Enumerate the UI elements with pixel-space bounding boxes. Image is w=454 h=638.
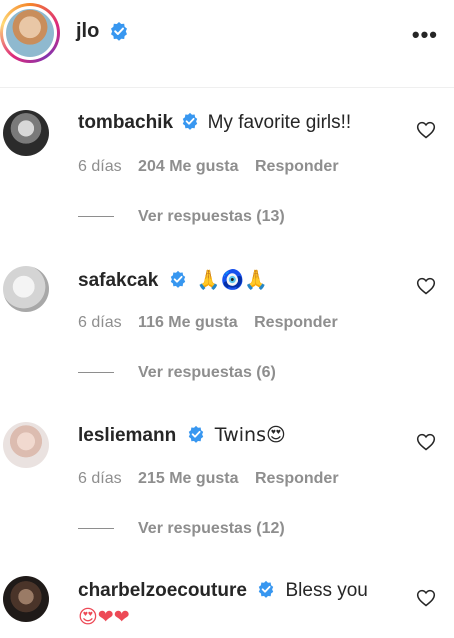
comment-username[interactable]: tombachik: [78, 112, 173, 133]
view-replies-button[interactable]: Ver respuestas (13): [78, 208, 285, 226]
divider: [78, 216, 114, 218]
like-heart-icon[interactable]: [416, 276, 436, 296]
reply-button[interactable]: Responder: [254, 314, 338, 331]
like-heart-icon[interactable]: [416, 432, 436, 452]
comment-username[interactable]: charbelzoecouture: [78, 580, 247, 601]
verified-icon: [170, 271, 185, 289]
post-header: jlo •••: [0, 0, 454, 88]
view-replies-button[interactable]: Ver respuestas (12): [78, 520, 285, 538]
comment-text-line2: 😍❤❤: [78, 606, 130, 628]
view-replies-label: Ver respuestas (6): [138, 364, 276, 381]
reply-button[interactable]: Responder: [255, 470, 339, 487]
view-replies-label: Ver respuestas (12): [138, 520, 285, 537]
commenter-avatar[interactable]: [3, 266, 49, 312]
divider: [78, 528, 114, 530]
comment-username[interactable]: lesliemann: [78, 425, 176, 446]
commenter-avatar[interactable]: [3, 422, 49, 468]
comment-time: 6 días: [78, 470, 122, 487]
comment-text: My favorite girls!!: [207, 112, 352, 133]
like-heart-icon[interactable]: [416, 120, 436, 140]
header-username[interactable]: jlo: [76, 20, 99, 42]
comment-time: 6 días: [78, 314, 122, 331]
avatar-photo: [6, 9, 54, 57]
divider: [78, 372, 114, 374]
reply-button[interactable]: Responder: [255, 158, 339, 175]
comment-text: 🙏🧿🙏: [196, 269, 268, 291]
profile-avatar[interactable]: [0, 3, 60, 63]
verified-icon: [188, 426, 203, 444]
view-replies-label: Ver respuestas (13): [138, 208, 285, 225]
more-options-icon[interactable]: •••: [412, 22, 438, 48]
verified-icon: [110, 22, 127, 42]
verified-icon: [183, 113, 198, 131]
comment-text: Bless you: [285, 580, 368, 601]
comment-username[interactable]: safakcak: [78, 270, 158, 291]
comment-text: Twins😍: [214, 424, 286, 446]
comment-likes[interactable]: 215 Me gusta: [138, 470, 238, 487]
comment-likes[interactable]: 204 Me gusta: [138, 158, 238, 175]
verified-icon: [259, 581, 274, 599]
like-heart-icon[interactable]: [416, 588, 436, 608]
comment-likes[interactable]: 116 Me gusta: [138, 314, 238, 331]
header-user: jlo: [76, 20, 129, 43]
view-replies-button[interactable]: Ver respuestas (6): [78, 364, 276, 382]
comment-time: 6 días: [78, 158, 122, 175]
commenter-avatar[interactable]: [3, 110, 49, 156]
commenter-avatar[interactable]: [3, 576, 49, 622]
